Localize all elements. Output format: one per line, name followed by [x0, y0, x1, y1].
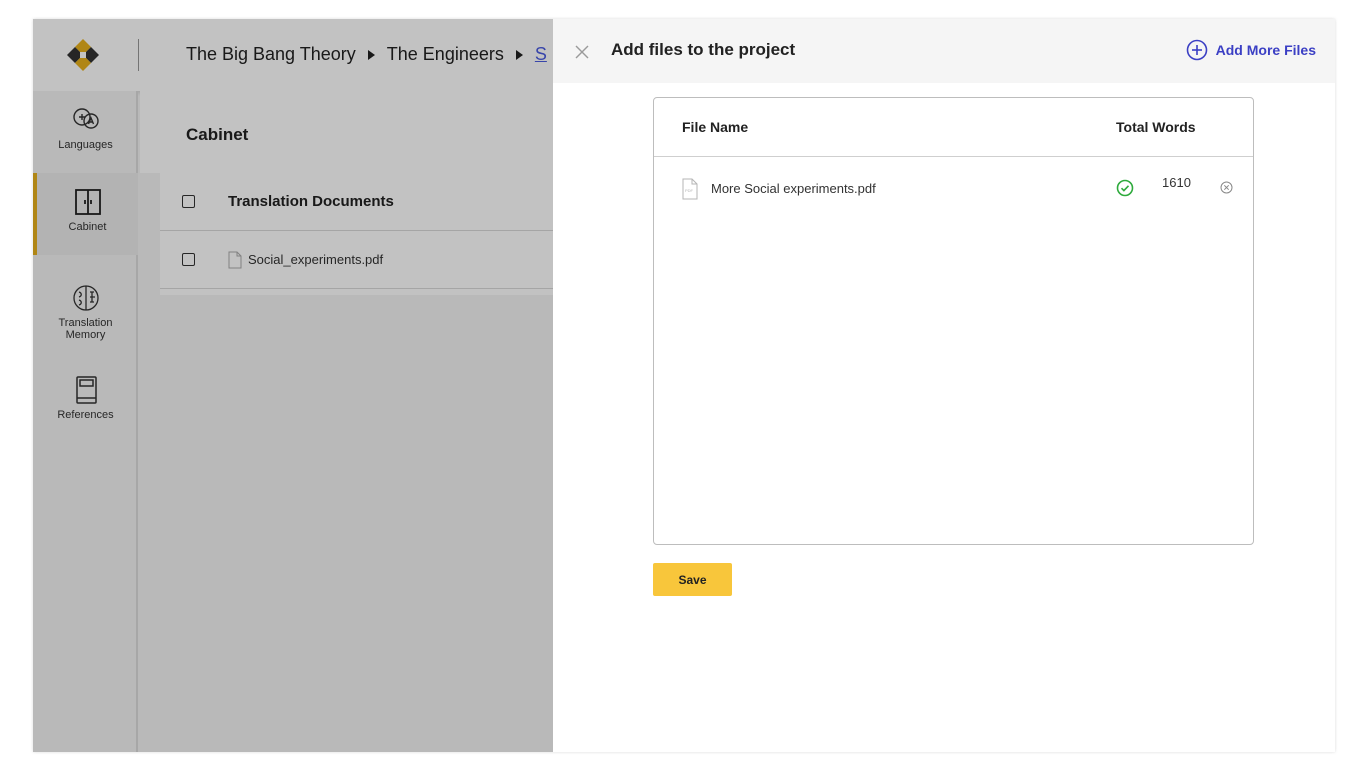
- save-button[interactable]: Save: [653, 563, 732, 596]
- app-window: The Big Bang Theory The Engineers S Lang…: [33, 19, 1335, 752]
- close-icon[interactable]: [572, 42, 592, 62]
- table-row: PDF More Social experiments.pdf 1610: [654, 158, 1253, 216]
- add-more-files-label: Add More Files: [1215, 42, 1316, 58]
- add-files-drawer: Add files to the project Add More Files …: [553, 19, 1335, 752]
- check-icon: [1116, 179, 1134, 197]
- modal-overlay[interactable]: [33, 19, 553, 752]
- pdf-file-icon: PDF: [682, 178, 698, 200]
- plus-circle-icon: [1186, 39, 1207, 61]
- drawer-header: Add files to the project Add More Files: [553, 19, 1335, 83]
- svg-text:PDF: PDF: [685, 188, 694, 193]
- remove-file-icon[interactable]: [1220, 181, 1233, 194]
- upload-table-header: File Name Total Words: [654, 98, 1253, 157]
- column-header-file-name: File Name: [682, 119, 749, 135]
- word-count: 1610: [1162, 175, 1191, 190]
- drawer-title: Add files to the project: [611, 40, 796, 59]
- uploaded-file-name: More Social experiments.pdf: [711, 181, 876, 196]
- add-more-files-button[interactable]: Add More Files: [1186, 39, 1316, 61]
- column-header-total-words: Total Words: [1116, 119, 1196, 135]
- upload-files-table: File Name Total Words PDF More Social ex…: [653, 97, 1254, 545]
